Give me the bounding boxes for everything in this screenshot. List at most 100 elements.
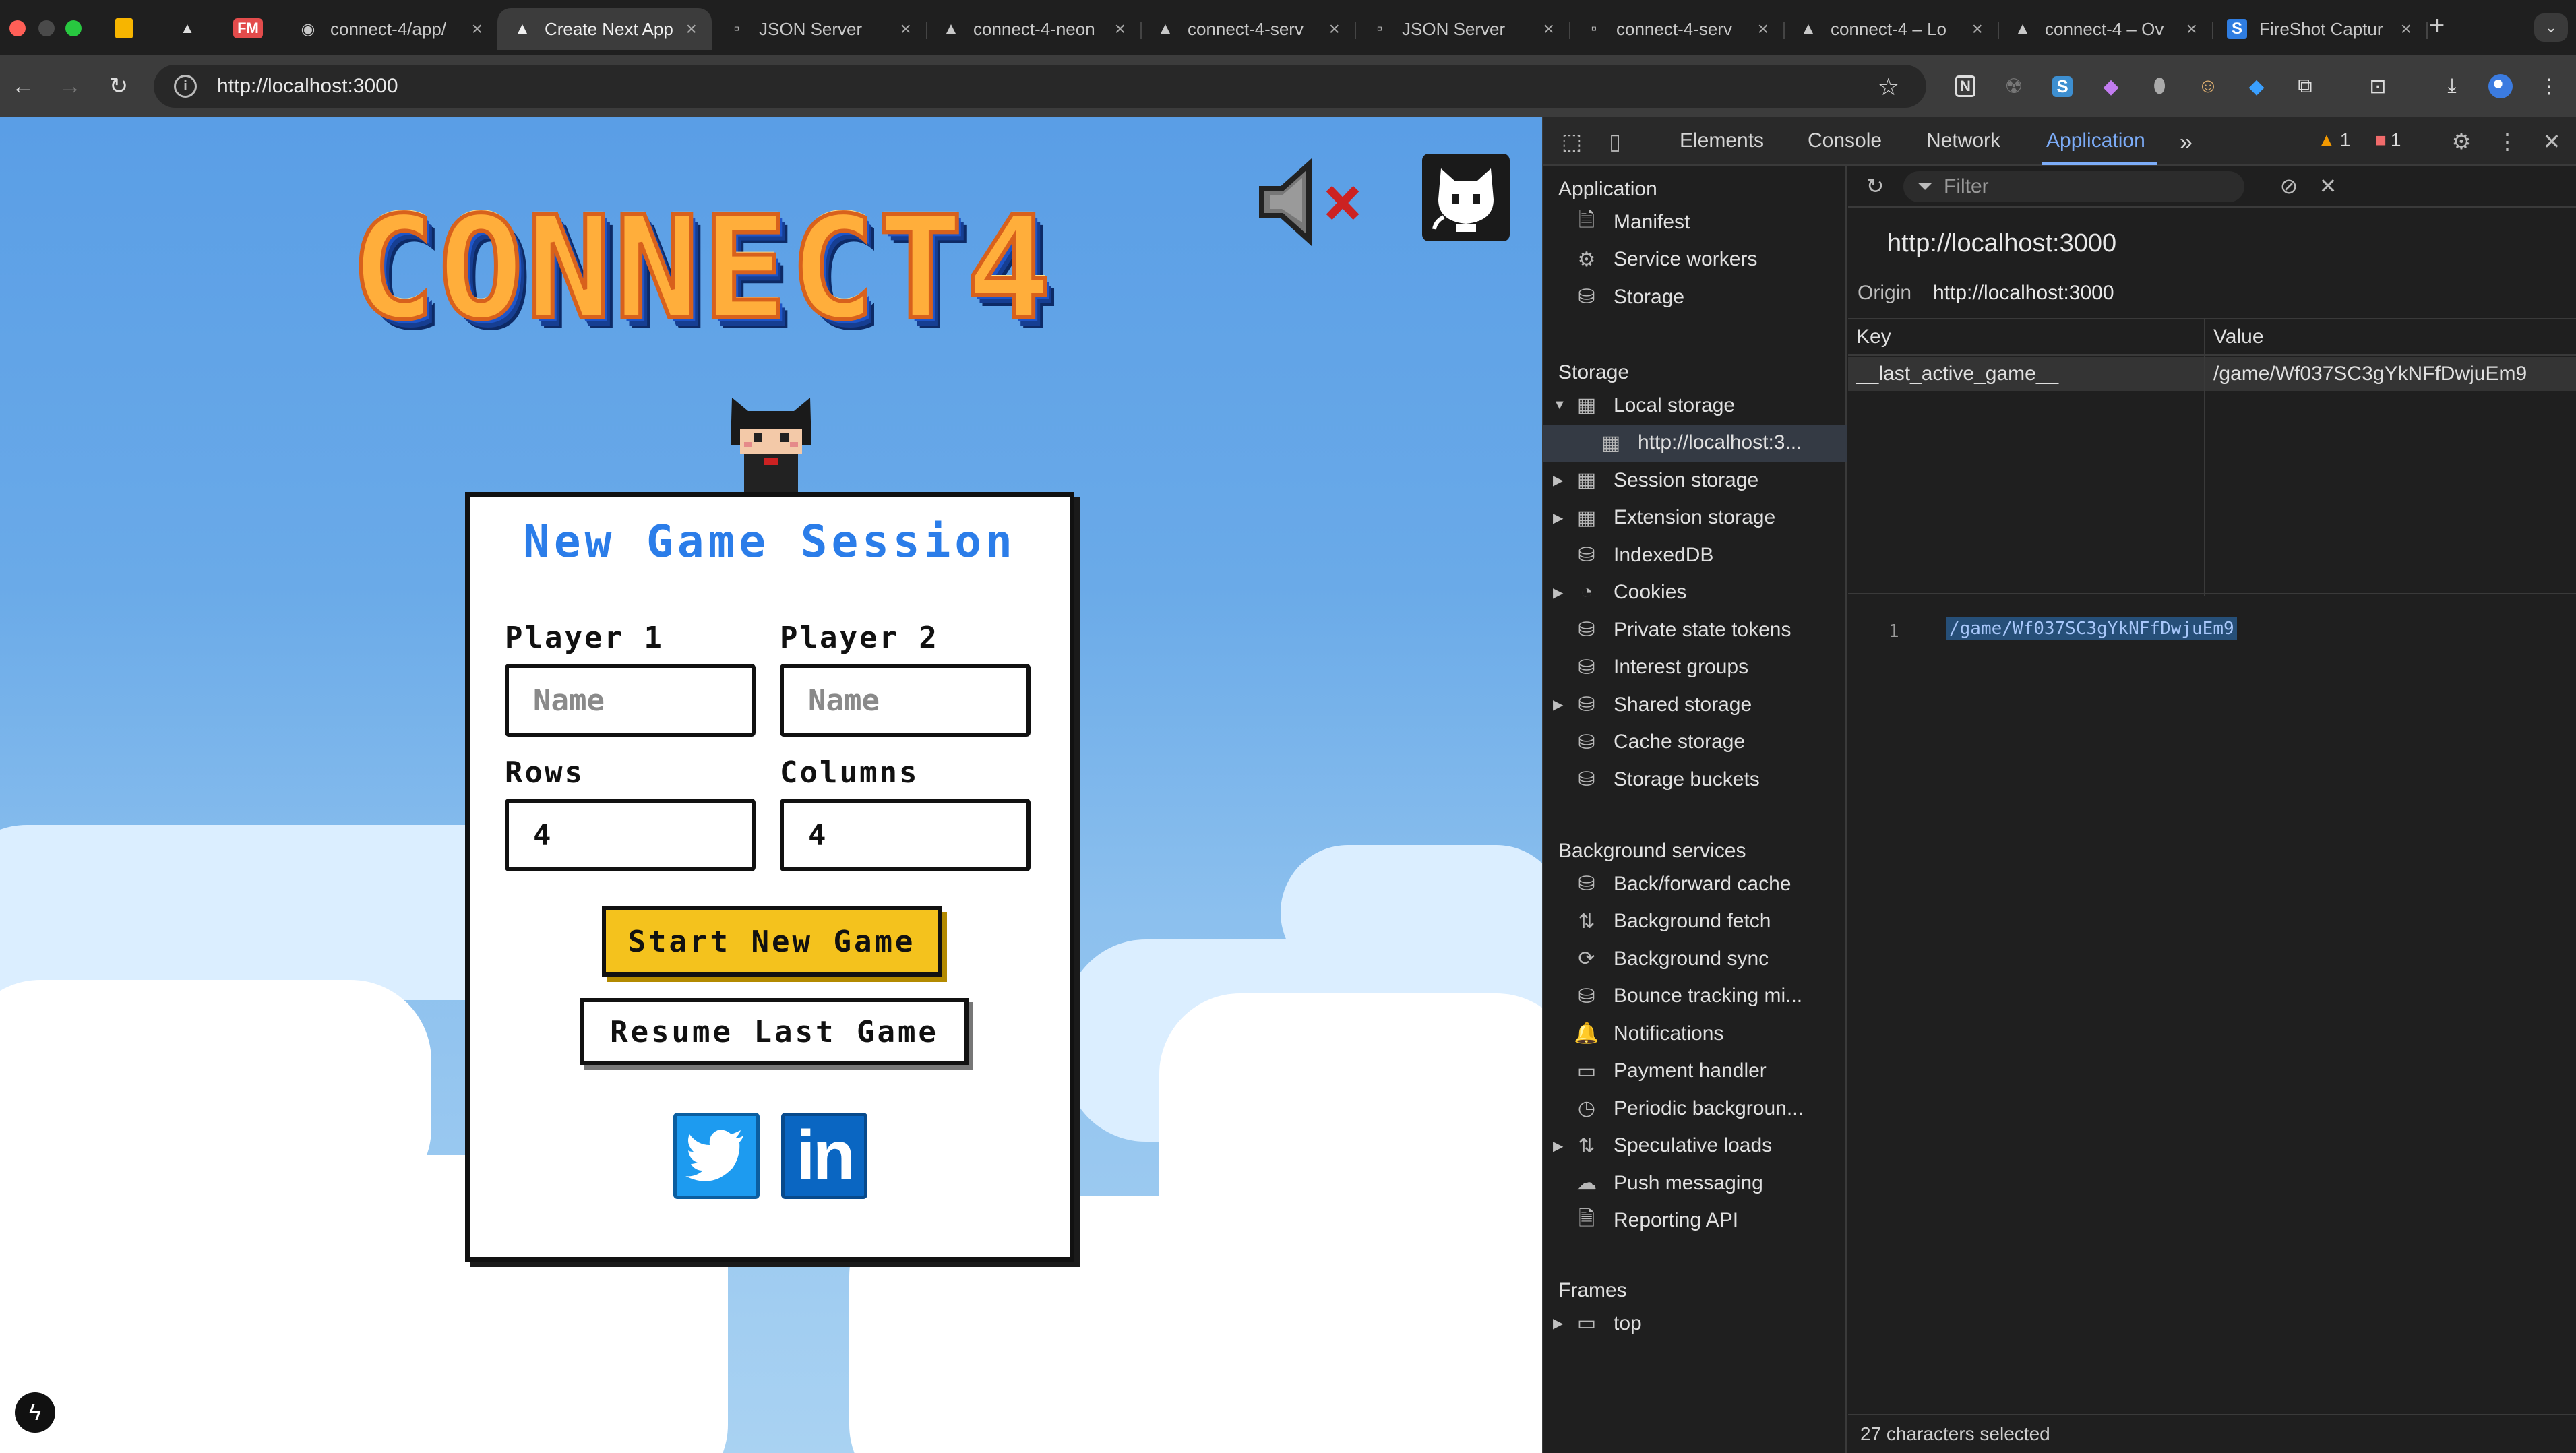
player2-name-input[interactable] [780,664,1031,737]
back-button[interactable]: ← [5,69,40,104]
close-tab-icon[interactable]: × [1543,18,1554,40]
forward-button[interactable]: → [53,69,88,104]
close-tab-icon[interactable]: × [472,18,483,40]
puzzle-extensions-icon[interactable]: ⧉ [2289,70,2321,102]
sidebar-item[interactable]: ▭ Payment handler [1543,1053,1847,1090]
site-info-icon[interactable]: i [174,75,197,98]
address-bar[interactable]: i http://localhost:3000 ☆ [154,65,1926,108]
sidebar-item[interactable]: ⇅ Background fetch [1543,903,1847,940]
close-tab-icon[interactable]: × [1115,18,1126,40]
expand-right-icon[interactable]: ▶ [1553,584,1566,601]
sidebar-item[interactable]: ▼ ▦ Local storage [1543,387,1847,424]
sidebar-item[interactable]: ▶ ▦ Extension storage [1543,499,1847,536]
sidebar-item[interactable]: ▶ ⇅ Speculative loads [1543,1127,1847,1165]
browser-tab[interactable]: ▫ JSON Server × [712,8,927,50]
close-tab-icon[interactable]: × [2186,18,2197,40]
sidebar-item[interactable]: ▶ ⛁ Shared storage [1543,686,1847,723]
sound-muted-icon[interactable] [1255,155,1370,249]
tab-console[interactable]: Console [1808,129,1882,152]
window-minimize-button[interactable] [38,20,55,36]
sidebar-item[interactable]: ⟳ Background sync [1543,940,1847,977]
pinned-tab-fm[interactable]: FM [229,15,267,42]
window-close-button[interactable] [9,20,26,36]
key-column-header[interactable]: Key [1848,319,2204,356]
sidebar-item[interactable]: ⛁ Interest groups [1543,649,1847,686]
stylus-extension-icon[interactable]: S [2046,70,2079,102]
close-tab-icon[interactable]: × [900,18,911,40]
sidebar-item[interactable]: ⛁ Private state tokens [1543,611,1847,648]
devtools-menu-icon[interactable]: ⋮ [2492,127,2522,156]
expand-right-icon[interactable]: ▶ [1553,1138,1566,1154]
preview-value[interactable]: /game/Wf037SC3gYkNFfDwjuEm9 [1946,617,2237,640]
columns-input[interactable] [780,799,1031,871]
table-row-value[interactable]: /game/Wf037SC3gYkNFfDwjuEm9 [2205,357,2576,391]
delete-selected-icon[interactable]: ✕ [2313,171,2343,201]
mouse-extension-icon[interactable]: ⬮ [2143,70,2176,102]
palette-extension-icon[interactable]: ◆ [2095,70,2127,102]
more-tabs-button[interactable]: » [2180,129,2192,156]
browser-tab[interactable]: ▫ connect-4-serv × [1569,8,1785,50]
close-tab-icon[interactable]: × [686,18,697,40]
tab-elements[interactable]: Elements [1680,129,1764,152]
kebab-menu-icon[interactable]: ⋮ [2533,70,2565,102]
start-new-game-button[interactable]: Start New Game [602,906,942,977]
browser-tab[interactable]: ▲ connect-4 – Ov × [1998,8,2213,50]
warning-badge[interactable]: ▲ 1 [2317,129,2350,151]
browser-tab[interactable]: ▲ connect-4-neon × [926,8,1142,50]
profile-avatar-icon[interactable] [2484,70,2517,102]
radiation-extension-icon[interactable]: ☢ [1998,70,2030,102]
settings-gear-icon[interactable]: ⚙ [2447,127,2476,156]
expand-down-icon[interactable]: ▼ [1553,398,1566,413]
browser-tab[interactable]: ▫ JSON Server × [1355,8,1570,50]
sidebar-item[interactable]: ▶ ▦ Session storage [1543,462,1847,499]
sidebar-item[interactable]: 🗎 Reporting API [1543,1202,1847,1239]
address-url[interactable]: http://localhost:3000 [217,75,398,98]
error-badge[interactable]: ■ 1 [2375,129,2401,151]
tab-network[interactable]: Network [1926,129,2000,152]
screen-capture-icon[interactable]: ⊡ [2362,70,2394,102]
sidebar-item[interactable]: ⛁ IndexedDB [1543,536,1847,574]
table-row-key[interactable]: __last_active_game__ [1848,357,2204,391]
face-extension-icon[interactable]: ☺ [2192,70,2224,102]
device-toolbar-icon[interactable]: ▯ [1600,127,1630,156]
bookmark-star-icon[interactable]: ☆ [1878,73,1899,101]
nextjs-dev-indicator-icon[interactable]: ϟ [15,1392,55,1433]
sidebar-item[interactable]: ⛁ Cache storage [1543,724,1847,761]
refresh-icon[interactable]: ↻ [1860,171,1890,201]
twitter-share-button[interactable] [673,1113,760,1199]
sidebar-item[interactable]: ⛁ Back/forward cache [1543,865,1847,902]
github-octocat-button[interactable] [1422,154,1510,241]
close-tab-icon[interactable]: × [2401,18,2412,40]
diamond-extension-icon[interactable]: ◆ [2240,70,2273,102]
player1-name-input[interactable] [505,664,756,737]
column-divider[interactable] [2204,319,2205,596]
close-tab-icon[interactable]: × [1329,18,1340,40]
rows-input[interactable] [505,799,756,871]
close-devtools-icon[interactable]: ✕ [2537,127,2567,156]
browser-tab[interactable]: ◉ connect-4/app/ × [283,8,499,50]
sidebar-item[interactable]: ⚙ Service workers [1543,241,1847,278]
sidebar-item[interactable]: ▦ http://localhost:3... [1543,424,1847,462]
reload-button[interactable]: ↻ [101,69,136,104]
tab-application[interactable]: Application [2046,129,2145,152]
sidebar-item[interactable]: ⛁ Storage [1543,278,1847,315]
close-tab-icon[interactable]: × [1758,18,1769,40]
browser-tab[interactable]: S FireShot Captur × [2212,8,2428,50]
pinned-tab-keep[interactable] [111,15,137,42]
sidebar-item[interactable]: ☁ Push messaging [1543,1165,1847,1202]
download-icon[interactable]: ⤓ [2436,70,2468,102]
filter-input[interactable]: ⏷ Filter [1903,171,2244,202]
sidebar-item[interactable]: ▶ ▭ top [1543,1305,1847,1342]
sidebar-item[interactable]: ▶ ◔ Cookies [1543,574,1847,611]
linkedin-share-button[interactable]: in [781,1113,867,1199]
close-tab-icon[interactable]: × [1972,18,1983,40]
sidebar-item[interactable]: ⛁ Bounce tracking mi... [1543,978,1847,1015]
tab-search-button[interactable]: ⌄ [2534,13,2568,42]
resume-last-game-button[interactable]: Resume Last Game [580,998,969,1065]
sidebar-item[interactable]: 🔔 Notifications [1543,1015,1847,1052]
browser-tab[interactable]: ▲ Create Next App × [497,8,712,50]
expand-right-icon[interactable]: ▶ [1553,472,1566,489]
browser-tab[interactable]: ▲ connect-4-serv × [1140,8,1356,50]
expand-right-icon[interactable]: ▶ [1553,509,1566,526]
clear-all-icon[interactable]: ⊘ [2274,171,2304,201]
